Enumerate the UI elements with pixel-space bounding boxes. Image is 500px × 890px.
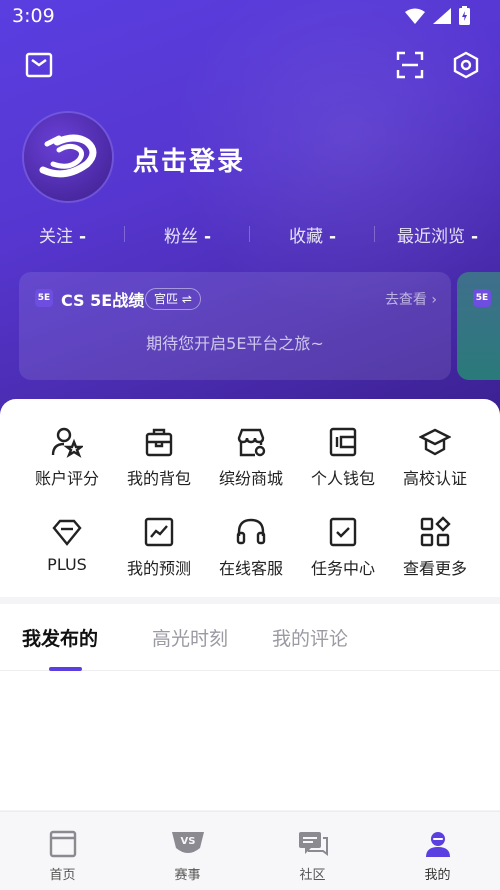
grid-item-tasks[interactable]: 任务中心 [297,515,389,579]
5e-logo-icon [39,134,97,178]
backpack-icon [142,425,176,459]
message-button[interactable] [22,48,56,82]
store-icon [234,425,268,459]
grid-label: 缤纷商城 [218,469,283,488]
headset-icon [234,515,268,549]
grid-label: PLUS [47,555,87,574]
profile-icon [425,832,450,857]
profile-stats: 关注 - 粉丝 - 收藏 - 最近浏览 - [0,222,500,247]
scan-icon [396,51,424,79]
tab-my-posts[interactable]: 我发布的 [22,624,98,651]
grid-label: 我的预测 [126,559,191,578]
match-vs-icon: VS [171,832,204,853]
nav-profile[interactable]: 我的 [375,812,500,890]
grid-label: 账户评分 [34,469,99,488]
nav-label: 首页 [49,868,76,883]
trend-chart-icon [142,515,176,549]
battery-icon [459,6,470,25]
settings-button[interactable] [449,48,483,82]
task-check-icon [326,515,360,549]
status-bar: 3:09 [0,0,500,34]
grid-item-support[interactable]: 在线客服 [205,515,297,579]
grid-label: 我的背包 [126,469,191,488]
stat-label: 收藏 [288,227,323,247]
nav-matches[interactable]: VS 赛事 [125,812,250,890]
card-logo: 5E [473,289,491,307]
stat-label: 关注 [38,227,73,247]
profile-header: 3:09 点击登录 关注 - 粉丝 - 收藏 - 最近浏览 - 5E CS 5E… [0,0,500,430]
stat-following[interactable]: 关注 - [0,222,125,247]
feature-grid: 账户评分 我的背包 缤纷商城 个人钱包 高校认证 PLUS 我的预测 在线客服 [21,425,481,579]
wifi-icon [405,8,425,24]
active-tab-indicator [49,667,82,671]
grid-item-rating[interactable]: 账户评分 [21,425,113,489]
nav-home[interactable]: 首页 [0,812,125,890]
stat-value: - [470,227,479,247]
nav-community[interactable]: 社区 [250,812,375,890]
stats-card[interactable]: 5E CS 5E战绩 官匹 ⇌ 去查看 › 期待您开启5E平台之旅~ [19,272,451,380]
grid-label: 高校认证 [402,469,467,488]
chevron-right-icon: › [431,292,437,308]
stat-recent[interactable]: 最近浏览 - [375,222,500,247]
grid-item-more[interactable]: 查看更多 [389,515,481,579]
stat-label: 粉丝 [163,227,198,247]
grid-label: 查看更多 [402,559,467,578]
grid-item-prediction[interactable]: 我的预测 [113,515,205,579]
svg-text:VS: VS [180,836,195,847]
home-icon [49,830,76,858]
signal-icon [433,7,451,24]
grid-label: 个人钱包 [310,469,375,488]
next-card[interactable]: 5E [457,272,500,380]
grid-item-wallet[interactable]: 个人钱包 [297,425,389,489]
community-chat-icon [298,832,328,856]
tab-my-comments[interactable]: 我的评论 [272,624,348,651]
stat-value: - [203,227,212,247]
diamond-icon [50,515,84,549]
stat-value: - [78,227,87,247]
more-grid-icon [418,515,452,549]
nav-label: 赛事 [174,868,201,883]
nav-label: 我的 [424,868,451,883]
grid-label: 任务中心 [310,559,375,578]
content-tabs: 我发布的 高光时刻 我的评论 [0,604,500,810]
login-prompt[interactable]: 点击登录 [133,141,245,178]
grid-item-store[interactable]: 缤纷商城 [205,425,297,489]
stat-label: 最近浏览 [396,227,465,247]
nav-label: 社区 [299,868,326,883]
card-title: CS 5E战绩 [61,291,145,310]
scan-button[interactable] [393,48,427,82]
status-time: 3:09 [12,5,55,27]
view-link[interactable]: 去查看 › [385,289,437,309]
graduation-cap-icon [418,425,452,459]
grid-label: 在线客服 [218,559,283,578]
settings-hexagon-icon [453,51,479,79]
tab-highlights[interactable]: 高光时刻 [152,624,228,651]
card-subtitle: 期待您开启5E平台之旅~ [146,334,324,353]
mode-tag[interactable]: 官匹 ⇌ [145,288,201,310]
wallet-icon [326,425,360,459]
avatar[interactable] [24,113,112,201]
bottom-navigation: 首页 VS 赛事 社区 我的 [0,811,500,890]
user-star-icon [50,425,84,459]
view-link-label: 去查看 [384,292,427,308]
mail-icon [25,52,53,78]
stat-followers[interactable]: 粉丝 - [125,222,250,247]
grid-item-backpack[interactable]: 我的背包 [113,425,205,489]
card-logo: 5E [35,289,53,307]
grid-item-plus[interactable]: PLUS [21,515,113,579]
feature-panel: 账户评分 我的背包 缤纷商城 个人钱包 高校认证 PLUS 我的预测 在线客服 [0,399,500,597]
stat-favorites[interactable]: 收藏 - [250,222,375,247]
grid-item-campus[interactable]: 高校认证 [389,425,481,489]
stat-value: - [328,227,337,247]
